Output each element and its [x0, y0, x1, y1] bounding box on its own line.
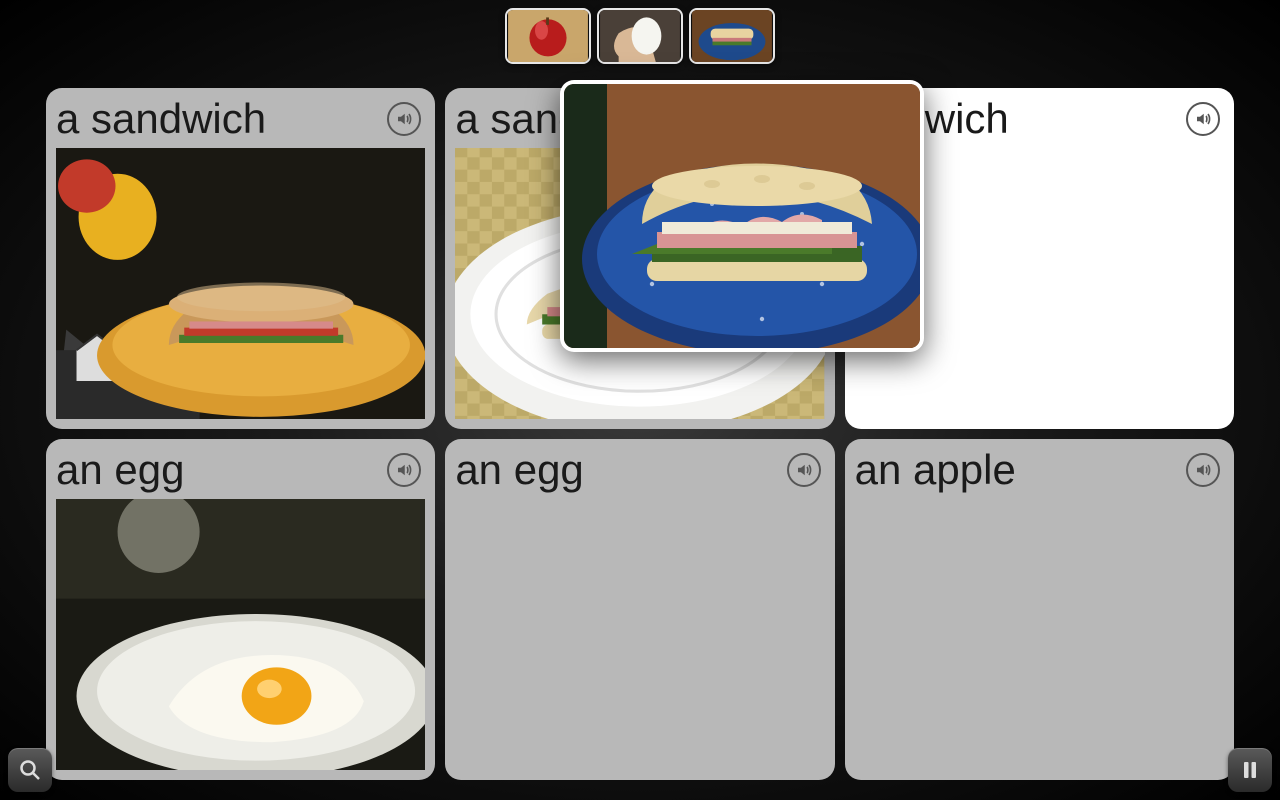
- card-apple-dropzone[interactable]: an apple: [845, 439, 1234, 780]
- card-egg-1[interactable]: an egg: [46, 439, 435, 780]
- card-egg-2-dropzone[interactable]: an egg: [445, 439, 834, 780]
- speaker-icon[interactable]: [387, 453, 421, 487]
- card-label: an apple: [855, 446, 1016, 494]
- pause-button[interactable]: [1228, 748, 1272, 792]
- search-button[interactable]: [8, 748, 52, 792]
- speaker-icon[interactable]: [1186, 102, 1220, 136]
- card-label: a sandwich: [56, 95, 266, 143]
- lesson-thumbnails: [505, 8, 775, 64]
- speaker-icon[interactable]: [387, 102, 421, 136]
- card-image-sandwich-yellow-plate: [56, 148, 425, 419]
- dragged-image-sandwich-blue-plate[interactable]: [560, 80, 924, 352]
- thumb-egg[interactable]: [597, 8, 683, 64]
- thumb-apple[interactable]: [505, 8, 591, 64]
- card-image-fried-egg: [56, 499, 425, 770]
- card-label: an egg: [56, 446, 184, 494]
- card-label: an egg: [455, 446, 583, 494]
- card-sandwich-1[interactable]: a sandwich: [46, 88, 435, 429]
- speaker-icon[interactable]: [1186, 453, 1220, 487]
- speaker-icon[interactable]: [787, 453, 821, 487]
- thumb-sandwich[interactable]: [689, 8, 775, 64]
